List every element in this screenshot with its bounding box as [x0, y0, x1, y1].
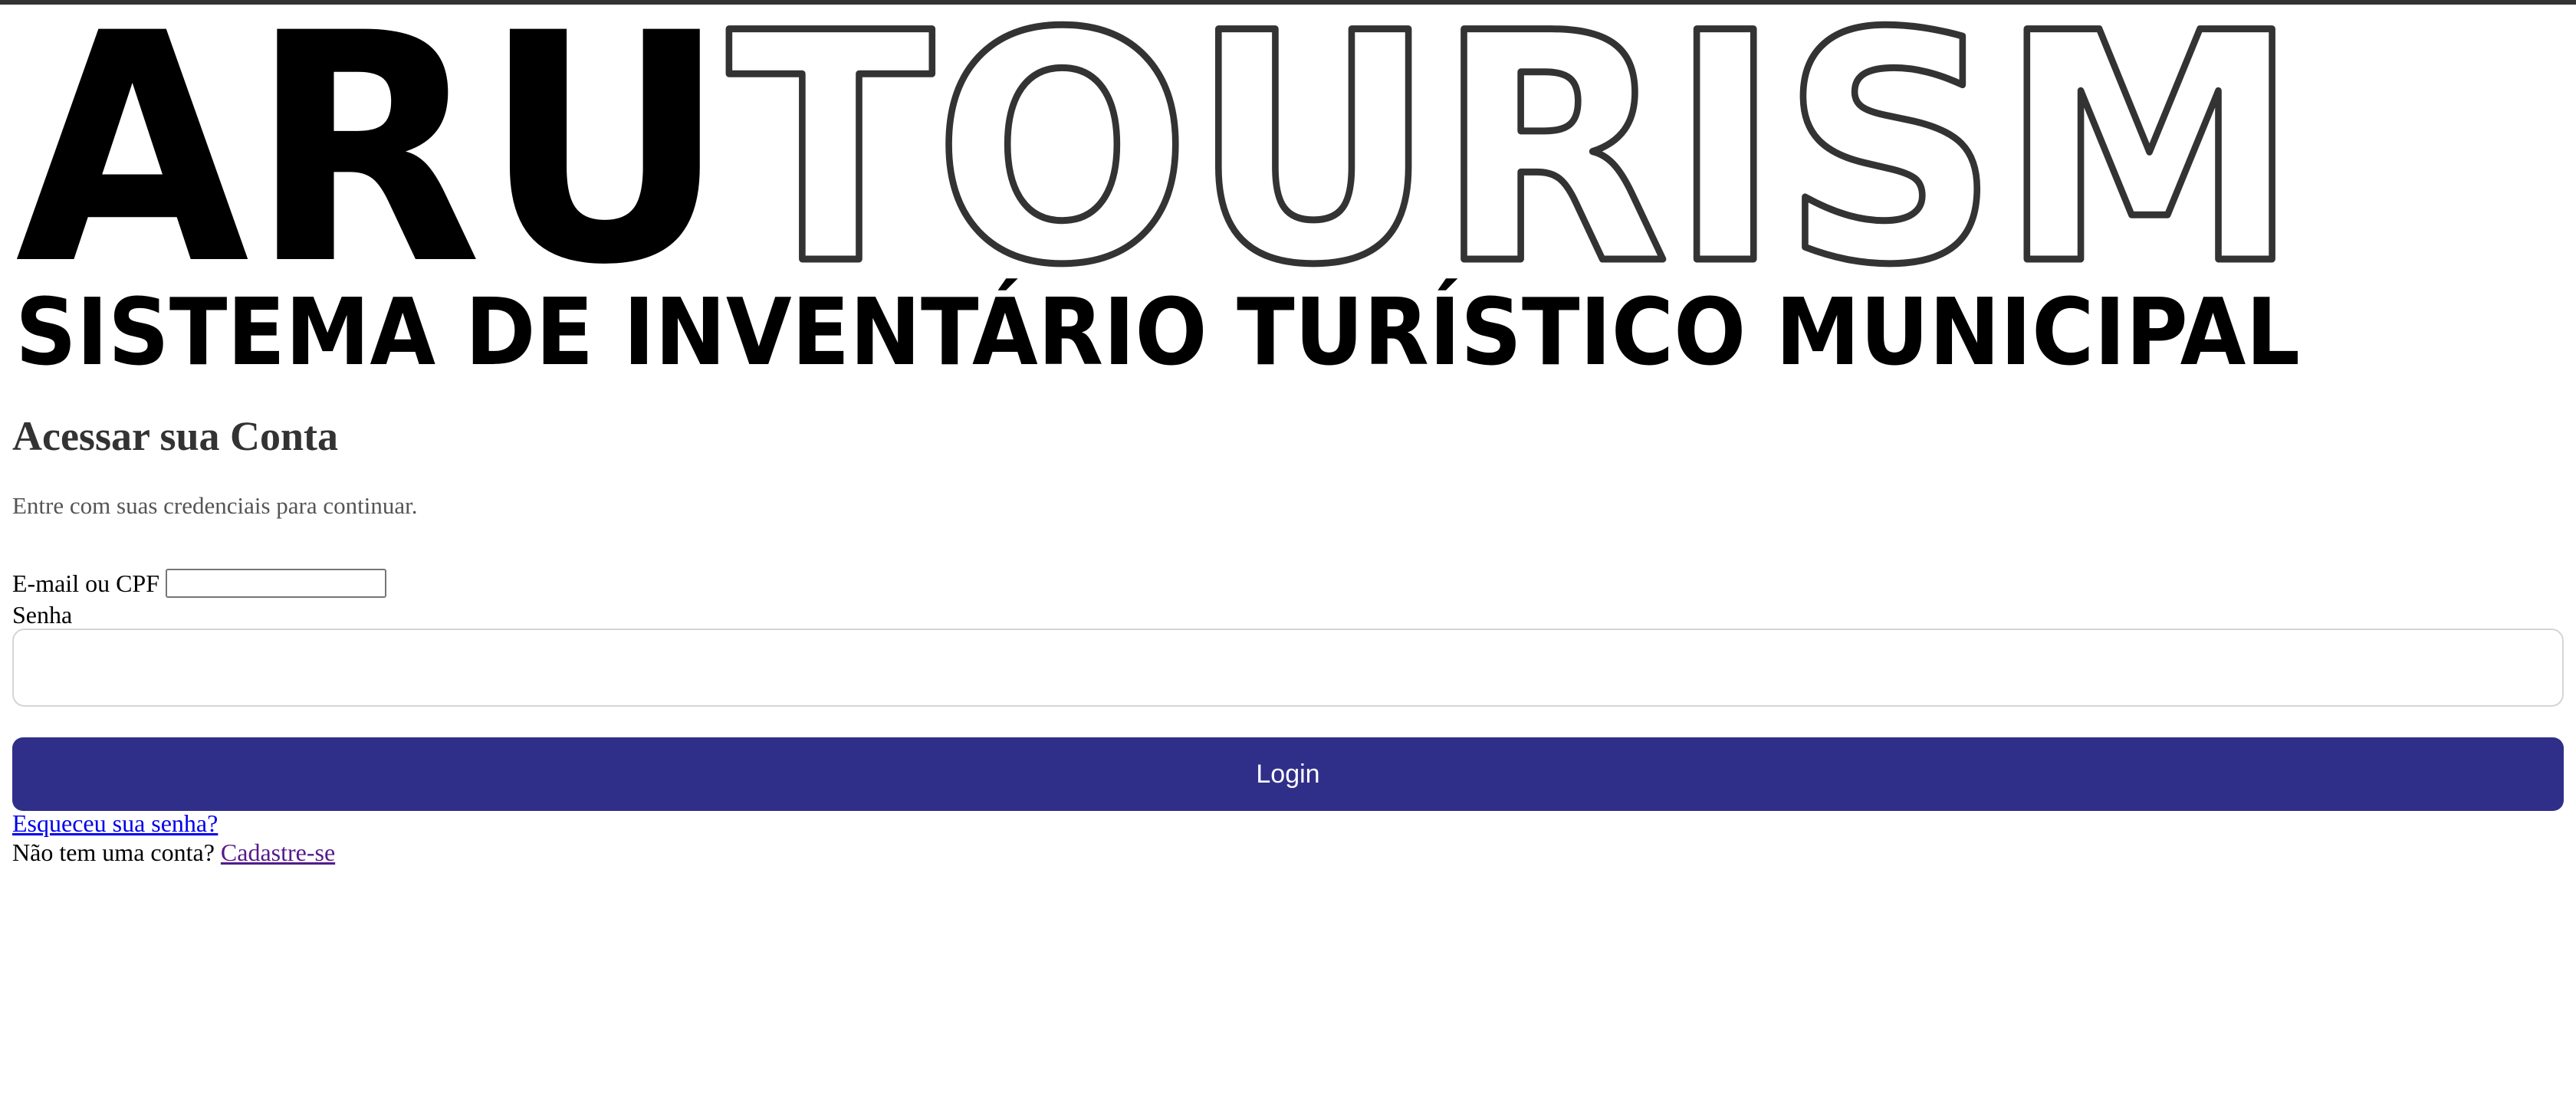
- logo-tagline: SISTEMA DE INVENTÁRIO TURÍSTICO MUNICIPA…: [15, 279, 2300, 376]
- page-subtitle: Entre com suas credenciais para continua…: [12, 492, 418, 519]
- login-button[interactable]: Login: [12, 737, 2564, 811]
- forgot-password-link[interactable]: Esqueceu sua senha?: [12, 808, 218, 839]
- password-input[interactable]: [12, 629, 2564, 707]
- email-row: E-mail ou CPF: [12, 566, 387, 601]
- no-account-text: Não tem uma conta?: [12, 839, 215, 866]
- page-title: Acessar sua Conta: [12, 413, 339, 459]
- top-border: [0, 0, 2576, 5]
- password-label: Senha: [12, 601, 73, 629]
- logo-graphic: ARUTOURISM SISTEMA DE INVENTÁRIO TURÍSTI…: [15, 15, 2304, 376]
- signup-link[interactable]: Cadastre-se: [221, 839, 335, 866]
- email-label: E-mail ou CPF: [12, 569, 160, 597]
- arutourism-logo: ARUTOURISM SISTEMA DE INVENTÁRIO TURÍSTI…: [12, 15, 2312, 376]
- signup-row: Não tem uma conta? Cadastre-se: [12, 837, 335, 868]
- email-or-cpf-input[interactable]: [166, 569, 387, 598]
